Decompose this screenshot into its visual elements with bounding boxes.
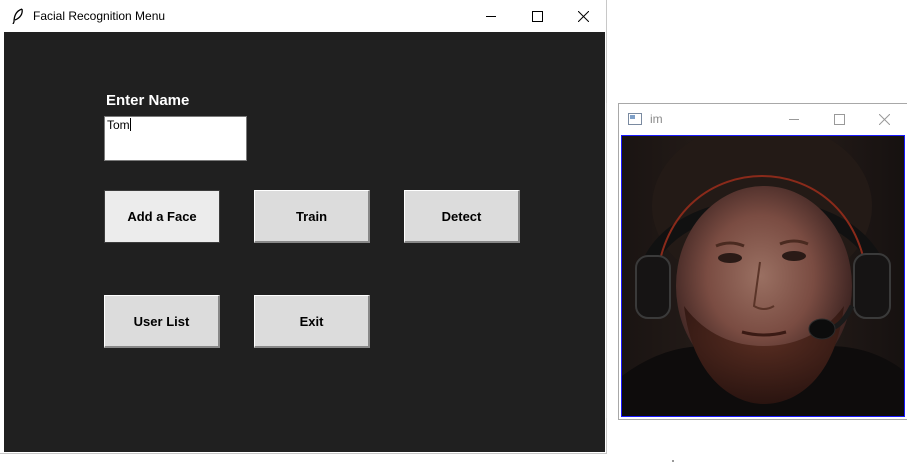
close-icon bbox=[577, 10, 589, 22]
close-icon bbox=[879, 113, 890, 125]
window-title: Facial Recognition Menu bbox=[33, 9, 166, 23]
maximize-icon bbox=[531, 10, 543, 22]
im-minimize-button[interactable] bbox=[772, 104, 817, 134]
add-face-button[interactable]: Add a Face bbox=[104, 190, 220, 243]
image-window-title: im bbox=[650, 112, 663, 126]
close-button[interactable] bbox=[560, 0, 606, 32]
image-titlebar[interactable]: im bbox=[619, 104, 907, 134]
facial-recognition-window: Facial Recognition Menu Enter Name Tom A… bbox=[0, 0, 606, 453]
user-list-button[interactable]: User List bbox=[104, 295, 220, 348]
feather-icon bbox=[12, 8, 23, 24]
image-window: im bbox=[619, 104, 907, 419]
im-close-button[interactable] bbox=[862, 104, 907, 134]
webcam-frame bbox=[621, 135, 905, 417]
name-input[interactable]: Tom bbox=[104, 116, 247, 161]
maximize-icon bbox=[834, 113, 845, 125]
exit-button[interactable]: Exit bbox=[254, 295, 370, 348]
main-content: Enter Name Tom Add a Face Train Detect U… bbox=[4, 32, 605, 452]
stray-pixel bbox=[672, 460, 674, 462]
webcam-image bbox=[622, 136, 904, 416]
name-input-value: Tom bbox=[107, 118, 130, 132]
minimize-button[interactable] bbox=[468, 0, 514, 32]
minimize-icon bbox=[789, 118, 799, 120]
detect-button[interactable]: Detect bbox=[404, 190, 520, 243]
image-window-icon bbox=[628, 113, 642, 125]
maximize-button[interactable] bbox=[514, 0, 560, 32]
im-maximize-button[interactable] bbox=[817, 104, 862, 134]
train-button[interactable]: Train bbox=[254, 190, 370, 243]
minimize-icon bbox=[485, 15, 496, 17]
name-label: Enter Name bbox=[106, 92, 190, 109]
main-titlebar[interactable]: Facial Recognition Menu bbox=[0, 0, 606, 32]
text-caret bbox=[129, 118, 131, 131]
